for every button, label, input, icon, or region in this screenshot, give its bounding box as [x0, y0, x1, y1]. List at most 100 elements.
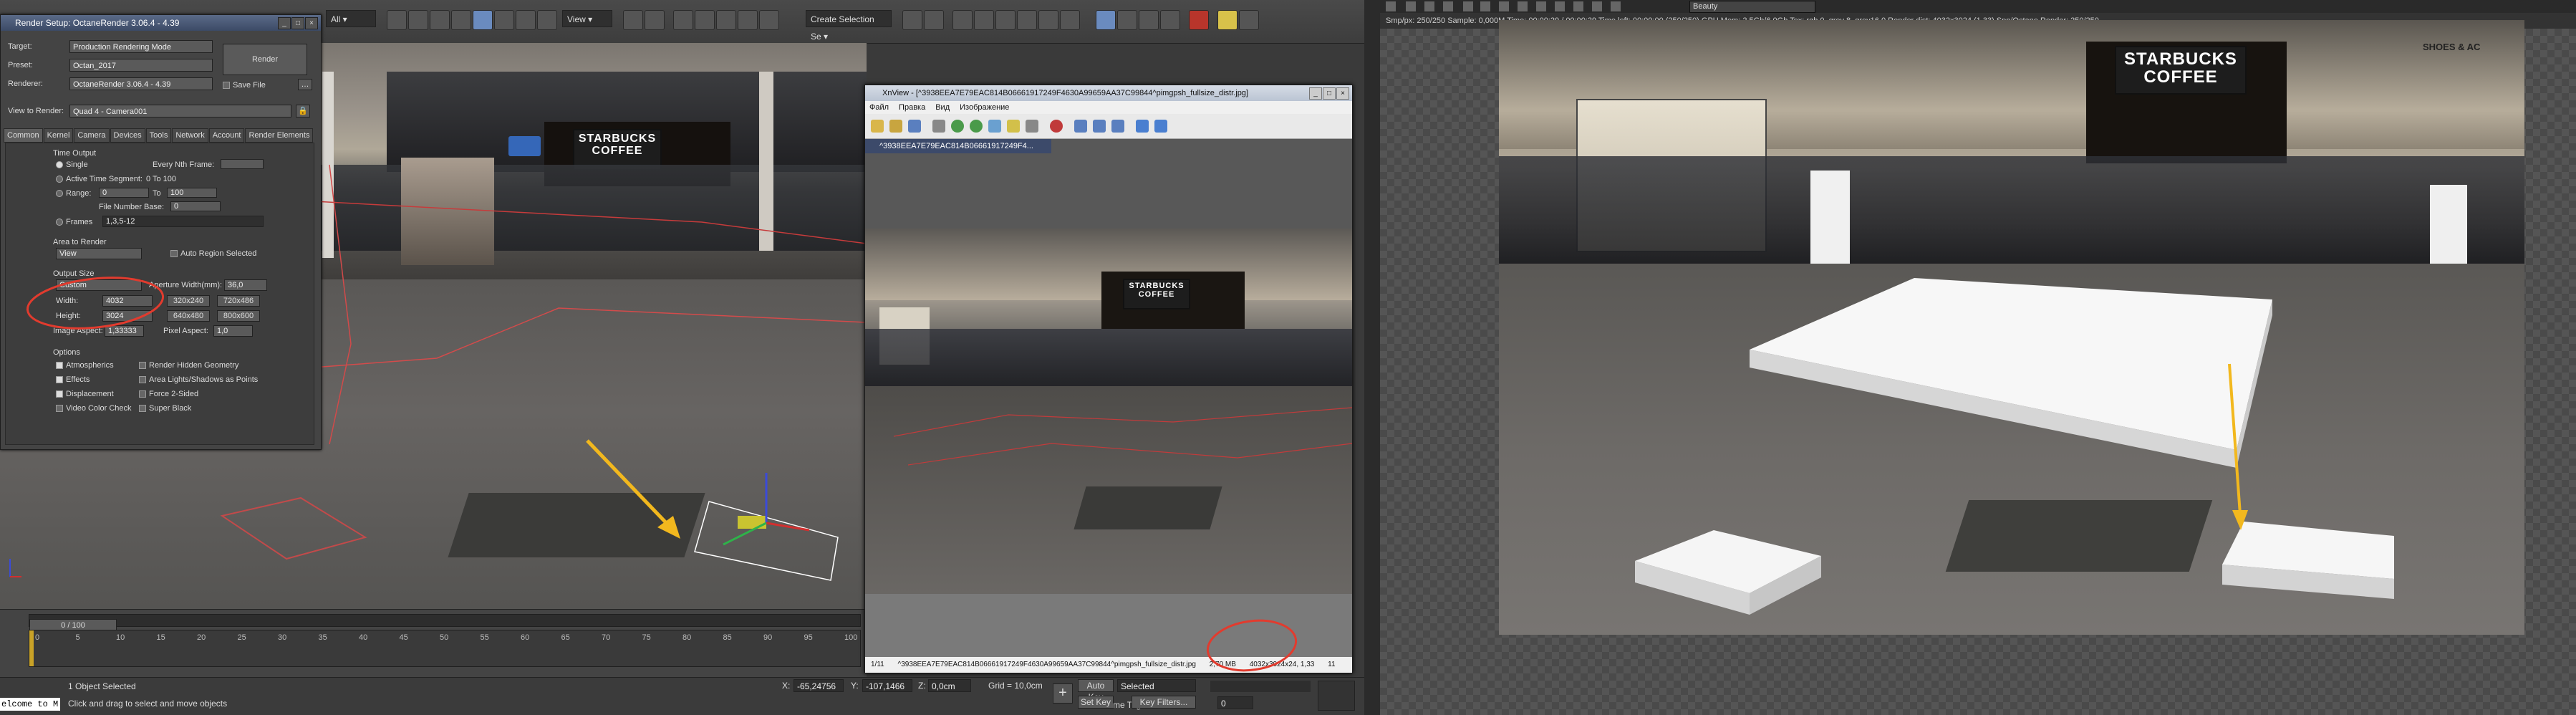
coord-z-field[interactable]: 0,0cm [928, 679, 971, 692]
frames-field[interactable]: 1,3,5-12 [102, 216, 264, 227]
save-file-browse-button[interactable]: … [298, 79, 312, 90]
restart-icon[interactable] [1443, 1, 1453, 11]
coord-y-field[interactable]: -107,1466 [862, 679, 912, 692]
schematic-view-icon[interactable] [1038, 10, 1058, 30]
stop-icon[interactable] [1480, 1, 1490, 11]
area-to-render-dropdown[interactable]: View [56, 248, 142, 259]
every-nth-field[interactable] [221, 159, 264, 169]
auto-region-checkbox[interactable]: Auto Region Selected [170, 249, 256, 258]
settings-icon[interactable] [1050, 120, 1063, 133]
maximize-icon[interactable]: □ [291, 17, 304, 29]
maximize-icon[interactable]: □ [1323, 87, 1336, 100]
previous-icon[interactable] [1136, 120, 1149, 133]
range-from-field[interactable]: 0 [99, 188, 149, 198]
placement-icon[interactable] [537, 10, 557, 30]
folder-icon[interactable] [871, 120, 884, 133]
force-2-sided-checkbox[interactable]: Force 2-Sided [139, 390, 198, 398]
save-icon[interactable] [908, 120, 921, 133]
keyboard-shortcut-icon[interactable] [645, 10, 665, 30]
menu-view[interactable]: Вид [935, 103, 950, 112]
preset-dropdown[interactable]: Octan_2017 [69, 59, 213, 72]
scale-icon[interactable] [516, 10, 536, 30]
pixel-aspect-field[interactable]: 1,0 [213, 325, 253, 337]
file-number-base-field[interactable]: 0 [170, 201, 221, 211]
range-to-field[interactable]: 100 [167, 188, 217, 198]
track-bar[interactable]: 0 5 10 15 20 25 30 35 40 45 50 55 60 65 70 75 80 85 90 95 10… [29, 630, 861, 667]
octane-icon[interactable] [1189, 10, 1209, 30]
edit-named-selection-icon[interactable] [759, 10, 779, 30]
area-lights-checkbox[interactable]: Area Lights/Shadows as Points [139, 375, 258, 384]
lock-icon[interactable] [1611, 1, 1621, 11]
save-render-icon[interactable] [1386, 1, 1396, 11]
selection-filter-dropdown[interactable]: All ▾ [326, 10, 376, 27]
video-color-check-checkbox[interactable]: Video Color Check [56, 404, 132, 413]
frames-radio[interactable]: Frames [56, 218, 92, 226]
zoom-fit-icon[interactable] [1111, 120, 1124, 133]
auto-key-button[interactable]: Auto Key [1078, 679, 1114, 702]
target-dropdown[interactable]: Production Rendering Mode [69, 40, 213, 53]
angle-snap-icon[interactable] [695, 10, 715, 30]
zoom-out-icon[interactable] [1093, 120, 1106, 133]
camera-icon[interactable] [1592, 1, 1602, 11]
tab-kernel[interactable]: Kernel [43, 128, 74, 143]
key-filters-button[interactable]: Key Filters... [1132, 696, 1196, 709]
preset-640x480-button[interactable]: 640x480 [167, 310, 210, 322]
percent-snap-icon[interactable] [716, 10, 736, 30]
rotate-icon[interactable] [494, 10, 514, 30]
minimize-icon[interactable]: _ [278, 17, 291, 29]
select-by-name-icon[interactable] [408, 10, 428, 30]
tab-tools[interactable]: Tools [145, 128, 172, 143]
mirror-icon[interactable] [902, 10, 922, 30]
current-frame-marker[interactable] [29, 630, 34, 666]
octane-render-image[interactable]: STARBUCKS COFFEE SHOES & AC [1499, 20, 2524, 635]
render-production-icon[interactable] [1139, 10, 1159, 30]
render-button[interactable]: Render [223, 44, 307, 75]
menu-image[interactable]: Изображение [960, 103, 1009, 112]
lightbulb-icon[interactable] [1217, 10, 1238, 30]
image-tab[interactable]: ^3938EEA7E79EAC814B06661917249F4... [865, 139, 1051, 153]
refresh-icon[interactable] [1424, 1, 1434, 11]
region-icon[interactable] [1499, 1, 1509, 11]
close-icon[interactable]: × [1336, 87, 1349, 100]
layer-explorer-icon[interactable] [952, 10, 973, 30]
named-selection-set-dropdown[interactable]: Create Selection Se ▾ [806, 10, 892, 42]
select-icon[interactable] [387, 10, 407, 30]
key-mode-dropdown[interactable]: Selected [1117, 679, 1196, 692]
atmospherics-checkbox[interactable]: Atmospherics [56, 361, 114, 370]
coord-x-field[interactable]: -65,24756 [793, 679, 844, 692]
view-to-render-dropdown[interactable]: Quad 4 - Camera001 [69, 105, 291, 117]
current-frame-field[interactable]: 0 [1217, 696, 1253, 709]
rotate-right-icon[interactable] [970, 120, 983, 133]
aperture-width-field[interactable]: 36,0 [224, 279, 267, 291]
next-icon[interactable] [1154, 120, 1167, 133]
time-slider-track[interactable]: 0 / 100 [29, 614, 861, 632]
material-picker-icon[interactable] [1555, 1, 1565, 11]
tab-camera[interactable]: Camera [74, 128, 110, 143]
playback-controls[interactable] [1210, 681, 1311, 692]
super-black-checkbox[interactable]: Super Black [139, 404, 191, 413]
preset-800x600-button[interactable]: 800x600 [217, 310, 260, 322]
gizmo-plane[interactable] [738, 516, 766, 529]
render-pass-dropdown[interactable]: Beauty [1689, 1, 1815, 13]
tab-devices[interactable]: Devices [110, 128, 145, 143]
displacement-checkbox[interactable]: Displacement [56, 390, 114, 398]
image-viewer-titlebar[interactable]: XnView - [^3938EEA7E79EAC814B06661917249… [865, 85, 1352, 101]
color-wheel-icon[interactable] [1239, 10, 1259, 30]
render-iterative-icon[interactable] [1160, 10, 1180, 30]
ribbon-icon[interactable] [995, 10, 1016, 30]
image-viewer-canvas[interactable]: STARBUCKS COFFEE [865, 229, 1352, 594]
menu-file[interactable]: Файл [869, 103, 889, 112]
render-setup-icon[interactable] [1096, 10, 1116, 30]
tab-render-elements[interactable]: Render Elements [245, 128, 314, 143]
gizmo-x-axis[interactable] [766, 522, 810, 532]
rotate-left-icon[interactable] [951, 120, 964, 133]
tab-account[interactable]: Account [208, 128, 245, 143]
effects-checkbox[interactable]: Effects [56, 375, 90, 384]
preset-720x486-button[interactable]: 720x486 [217, 295, 260, 307]
pause-icon[interactable] [1463, 1, 1473, 11]
select-move-icon[interactable] [473, 10, 493, 30]
active-segment-radio[interactable]: Active Time Segment: [56, 175, 143, 183]
viewport-navigation-controls[interactable] [1318, 681, 1355, 711]
menu-edit[interactable]: Правка [899, 103, 925, 112]
set-key-button[interactable]: Set Key [1078, 696, 1114, 709]
